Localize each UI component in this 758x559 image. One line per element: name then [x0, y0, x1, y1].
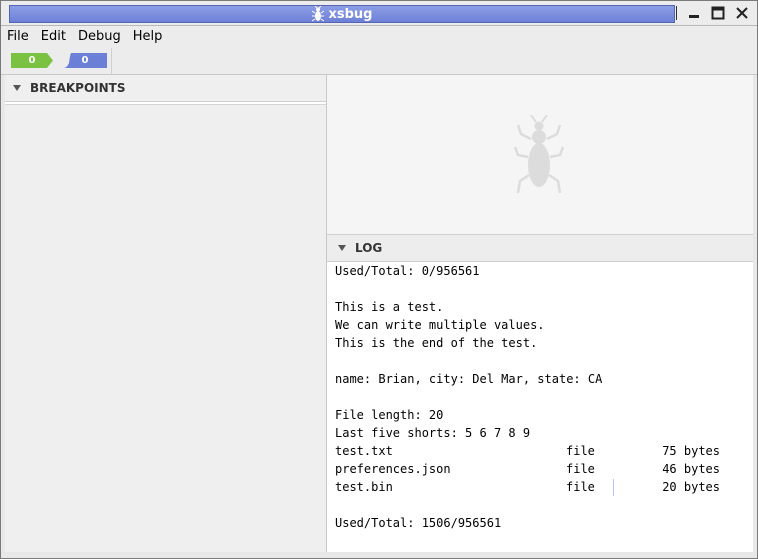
tab-count-blue: 0 — [81, 55, 89, 66]
menu-file[interactable]: File — [1, 27, 35, 47]
file-row-size: 46 bytes — [662, 462, 720, 476]
controls-separator — [676, 6, 677, 20]
log-line: We can write multiple values. — [335, 318, 545, 332]
collapse-triangle-icon[interactable] — [12, 83, 22, 93]
machine-tab-blue[interactable]: 0 — [63, 53, 107, 68]
log-output[interactable]: Used/Total: 0/956561 This is a test. We … — [327, 262, 753, 552]
xsbug-window: xsbug File Edit Debug Help 0 0 BREAKPOIN… — [0, 0, 758, 559]
menu-edit[interactable]: Edit — [35, 27, 72, 47]
file-row-name: test.txt — [335, 444, 393, 458]
breakpoints-title: BREAKPOINTS — [30, 81, 126, 95]
file-row-name: preferences.json — [335, 462, 451, 476]
machine-tab-green[interactable]: 0 — [11, 53, 53, 68]
text-caret — [613, 479, 614, 496]
xsbug-logo-icon — [514, 115, 564, 194]
toolbar: 0 0 — [1, 48, 757, 75]
log-line: File length: 20 — [335, 408, 444, 422]
toolbar-divider — [111, 48, 112, 74]
file-row-type: file — [566, 480, 595, 494]
log-line: This is a test. — [335, 300, 444, 314]
maximize-icon[interactable] — [709, 4, 727, 22]
file-row-size: 75 bytes — [662, 444, 720, 458]
log-line: This is the end of the test. — [335, 336, 538, 350]
file-row-type: file — [566, 444, 595, 458]
tab-count-green: 0 — [28, 55, 36, 66]
bug-icon — [311, 6, 324, 22]
menu-bar: File Edit Debug Help — [1, 26, 757, 48]
title-bar[interactable]: xsbug — [1, 1, 757, 26]
log-line: Last five shorts: 5 6 7 8 9 — [335, 426, 531, 440]
title-strip[interactable]: xsbug — [9, 5, 675, 23]
file-row-size: 20 bytes — [662, 480, 720, 494]
window-title: xsbug — [328, 6, 373, 22]
window-bottom-border — [1, 552, 757, 558]
log-collapse-triangle-icon[interactable] — [337, 243, 347, 253]
breakpoints-header[interactable]: BREAKPOINTS — [5, 75, 326, 102]
close-icon[interactable] — [733, 4, 751, 22]
file-row-type: file — [566, 462, 595, 476]
window-controls — [676, 4, 751, 22]
breakpoints-panel: BREAKPOINTS — [5, 75, 327, 552]
log-line: Used/Total: 0/956561 — [335, 264, 480, 278]
menu-debug[interactable]: Debug — [72, 27, 127, 47]
log-header[interactable]: LOG — [327, 235, 753, 262]
menu-help[interactable]: Help — [127, 27, 169, 47]
log-title: LOG — [355, 241, 383, 255]
log-line: name: Brian, city: Del Mar, state: CA — [335, 372, 603, 386]
file-row-name: test.bin — [335, 480, 393, 494]
minimize-icon[interactable] — [685, 4, 703, 22]
log-footer-line: Used/Total: 1506/956561 — [335, 516, 502, 530]
main-view — [327, 75, 753, 235]
